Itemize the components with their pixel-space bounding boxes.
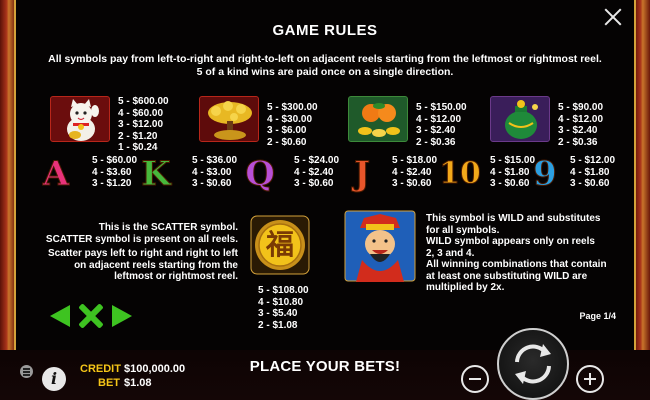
letter-a-paytable: 5 - $60.00 4 - $3.60 3 - $1.20 [92,155,137,190]
nine-paytable: 5 - $12.00 4 - $1.80 3 - $0.60 [570,155,615,190]
scatter-text-line: on adjacent reels starting from the [74,259,238,271]
scatter-glyph: 福 [265,228,294,261]
bet-value: $1.08 [124,377,152,389]
scatter-description: This is the SCATTER symbol. SCATTER symb… [28,222,238,283]
increase-bet-button[interactable] [576,365,604,393]
fu-coin-scatter-icon: 福 [250,215,310,275]
letter-k-icon: K [141,154,172,195]
pay-line: 5 - $60.00 [92,155,138,166]
lucky-cat-paytable: 5 - $600.00 4 - $60.00 3 - $12.00 2 - $1… [118,96,169,154]
oranges-icon [348,96,408,142]
pay-line: 4 - $10.80 [258,296,304,308]
scatter-paytable: 5 - $108.00 4 - $10.80 3 - $5.40 2 - $1.… [258,285,309,331]
right-pillar [634,0,650,350]
pay-line: 1 - $0.24 [118,142,158,154]
pay-line: 4 - $2.40 [294,166,334,178]
scatter-text-line: Scatter pays left to right and right to … [47,248,238,259]
wild-text-line: All winning combinations that contain [426,259,607,270]
next-page-icon[interactable] [112,305,132,327]
lucky-cat-icon [50,96,110,142]
wild-text-line: for all symbols. [426,224,500,236]
pay-line: 4 - $12.00 [416,113,462,125]
letter-q-paytable: 5 - $24.00 4 - $2.40 3 - $0.60 [294,155,339,190]
wild-text-line: WILD symbol appears only on reels [426,236,595,247]
green-bag-icon [490,96,550,142]
decrease-bet-button[interactable] [461,365,489,393]
pay-line: 5 - $36.00 [192,155,238,166]
pay-line: 2 - $0.36 [416,136,456,148]
pay-line: 4 - $2.40 [392,166,432,178]
pay-line: 2 - $0.60 [267,136,307,148]
ten-icon: 10 [439,156,482,192]
pay-line: 4 - $60.00 [118,107,164,119]
wild-text-line: at least one substituting WILD are [426,270,588,282]
game-rules-panel: GAME RULES All symbols pay from left-to-… [14,0,636,350]
bet-label: BET [98,377,120,389]
previous-page-icon[interactable] [50,305,70,327]
letter-j-icon: J [353,154,371,195]
wild-text-line: multiplied by 2x. [426,282,505,293]
fortune-god-wild-icon [344,210,416,282]
gold-tree-icon [199,96,259,142]
gold-tree-paytable: 5 - $300.00 4 - $30.00 3 - $6.00 2 - $0.… [267,102,318,148]
pay-line: 3 - $2.40 [416,125,456,137]
pay-line: 5 - $90.00 [558,102,604,113]
pay-line: 3 - $0.60 [570,178,610,190]
pay-line: 3 - $0.60 [192,178,232,190]
pay-line: 4 - $30.00 [267,113,313,125]
pay-line: 5 - $300.00 [267,102,318,113]
pay-line: 3 - $0.60 [294,178,334,190]
pay-line: 5 - $600.00 [118,96,169,107]
pay-line: 2 - $1.20 [118,130,158,142]
wild-description: This symbol is WILD and substitutes for … [426,213,634,294]
pay-line: 4 - $1.80 [570,166,610,178]
pay-line: 3 - $6.00 [267,125,307,137]
pay-line: 2 - $1.08 [258,319,298,331]
pay-line: 3 - $0.60 [392,178,432,190]
pay-line: 3 - $1.20 [92,178,132,190]
rules-title: GAME RULES [272,22,378,39]
pay-line: 5 - $24.00 [294,155,340,166]
letter-j-paytable: 5 - $18.00 4 - $2.40 3 - $0.60 [392,155,437,190]
letter-k-paytable: 5 - $36.00 4 - $3.00 3 - $0.60 [192,155,237,190]
pay-line: 3 - $5.40 [258,308,298,320]
pay-line: 5 - $108.00 [258,285,309,296]
nine-icon: 9 [533,154,558,195]
close-icon[interactable] [602,6,624,28]
green-bag-paytable: 5 - $90.00 4 - $12.00 3 - $2.40 2 - $0.3… [558,102,603,148]
letter-a-icon: A [42,154,70,195]
pay-line: 4 - $3.00 [192,166,232,178]
scatter-text-line: SCATTER symbol is present on all reels. [45,233,238,245]
page-indicator: Page 1/4 [579,311,616,321]
wild-text-line: This symbol is WILD and substitutes [426,213,601,224]
spin-arrows-icon [515,344,551,384]
scatter-text-line: This is the SCATTER symbol. [98,222,238,233]
pay-line: 3 - $12.00 [118,119,164,131]
pay-line: 5 - $18.00 [392,155,438,166]
letter-q-icon: Q [245,154,276,195]
spin-button[interactable] [497,328,569,400]
rules-intro-line1: All symbols pay from left-to-right and r… [48,53,602,65]
pay-line: 3 - $2.40 [558,125,598,137]
pay-line: 5 - $12.00 [570,155,616,166]
wild-text-line: 2, 3 and 4. [426,247,475,259]
pay-line: 5 - $150.00 [416,102,467,113]
pay-line: 4 - $12.00 [558,113,604,125]
rules-intro-line2: 5 of a kind wins are paid once on a sing… [196,66,454,78]
scatter-text-line: leftmost or rightmost reel. [114,271,238,282]
bottom-bar: i CREDIT $100,000.00 BET $1.08 PLACE YOU… [0,328,650,400]
pay-line: 2 - $0.36 [558,136,598,148]
close-rules-icon[interactable] [78,303,104,329]
oranges-paytable: 5 - $150.00 4 - $12.00 3 - $2.40 2 - $0.… [416,102,467,148]
pay-line: 4 - $3.60 [92,166,132,178]
